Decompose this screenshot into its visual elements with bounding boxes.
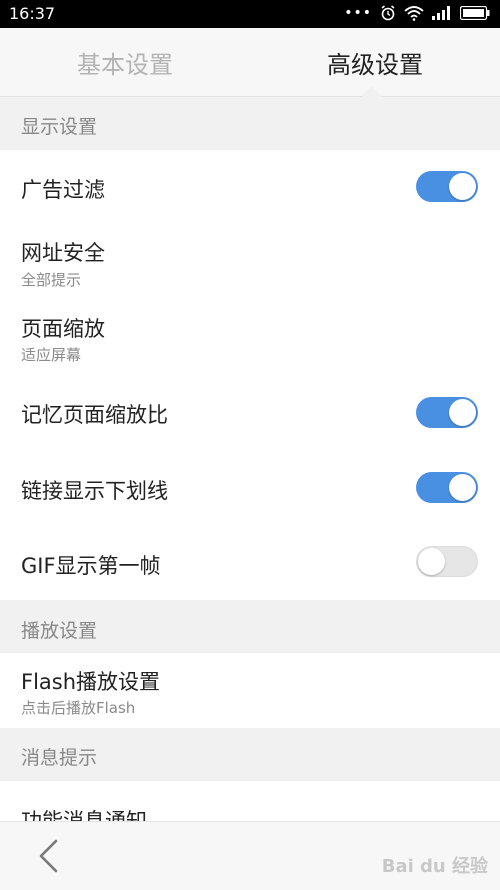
remember-zoom-toggle[interactable] — [416, 397, 478, 428]
status-time: 16:37 — [9, 4, 56, 23]
signal-icon — [432, 6, 450, 20]
tab-bar: 基本设置 高级设置 — [0, 28, 500, 97]
section-header-display: 显示设置 — [0, 97, 500, 150]
setting-title: Flash播放设置 — [21, 670, 161, 694]
section-label: 显示设置 — [21, 116, 98, 138]
wifi-icon — [404, 6, 424, 21]
setting-gif-first-frame[interactable]: GIF显示第一帧 — [0, 525, 500, 600]
setting-ad-filter[interactable]: 广告过滤 — [0, 150, 500, 225]
setting-title: 功能消息通知 — [21, 809, 147, 821]
status-icons: ••• — [344, 5, 490, 21]
setting-title: 页面缩放 — [21, 317, 105, 341]
setting-value: 点击后播放Flash — [21, 699, 136, 717]
tab-advanced-settings[interactable]: 高级设置 — [250, 28, 500, 96]
setting-flash-playback[interactable]: Flash播放设置 点击后播放Flash — [0, 653, 500, 728]
setting-feature-notifications[interactable]: 功能消息通知 — [0, 781, 500, 821]
setting-title: 广告过滤 — [21, 178, 105, 202]
more-dots-icon: ••• — [344, 5, 372, 21]
toggle-knob — [418, 548, 445, 575]
watermark-logo: Bai du 经验 — [381, 856, 488, 877]
tab-basic-settings[interactable]: 基本设置 — [0, 28, 250, 96]
setting-page-zoom[interactable]: 页面缩放 适应屏幕 — [0, 300, 500, 375]
back-arrow-icon[interactable] — [32, 838, 72, 874]
setting-title: 记忆页面缩放比 — [21, 403, 168, 427]
setting-title: 链接显示下划线 — [21, 479, 168, 503]
ad-filter-toggle[interactable] — [416, 171, 478, 202]
setting-title: GIF显示第一帧 — [21, 554, 161, 578]
bottom-nav-bar: Bai du 经验 — [0, 821, 500, 890]
section-header-messages: 消息提示 — [0, 728, 500, 781]
toggle-knob — [449, 474, 476, 501]
toggle-knob — [449, 399, 476, 426]
setting-remember-zoom[interactable]: 记忆页面缩放比 — [0, 375, 500, 450]
link-underline-toggle[interactable] — [416, 472, 478, 503]
setting-link-underline[interactable]: 链接显示下划线 — [0, 450, 500, 525]
alarm-icon — [381, 5, 395, 21]
section-label: 播放设置 — [21, 620, 98, 642]
section-header-playback: 播放设置 — [0, 600, 500, 653]
toggle-knob — [449, 173, 476, 200]
setting-title: 网址安全 — [21, 241, 105, 265]
setting-url-security[interactable]: 网址安全 全部提示 — [0, 225, 500, 300]
section-label: 消息提示 — [21, 747, 98, 769]
gif-first-frame-toggle[interactable] — [416, 546, 478, 577]
battery-icon — [460, 6, 490, 20]
setting-value: 全部提示 — [21, 271, 82, 289]
setting-value: 适应屏幕 — [21, 346, 82, 364]
status-bar: 16:37 ••• — [0, 0, 500, 28]
